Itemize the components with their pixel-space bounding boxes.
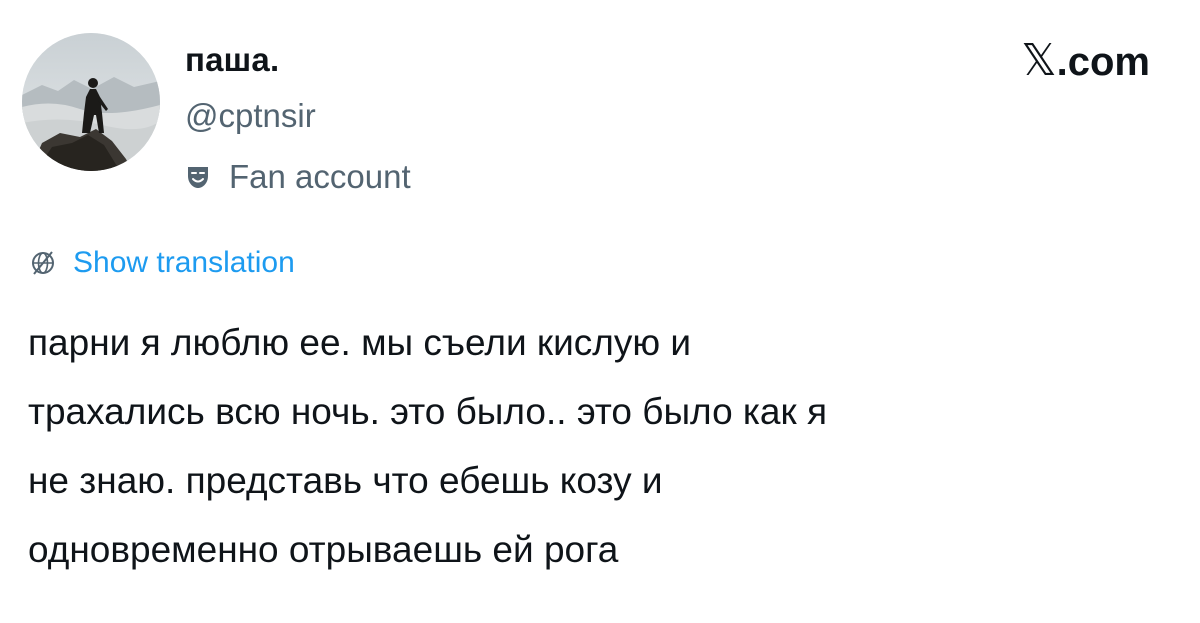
show-translation-link[interactable]: Show translation [30,243,295,283]
tweet-line: одновременно отрываешь ей рога [28,529,619,570]
theater-mask-icon [188,167,208,188]
tweet-line: парни я люблю ее. мы съели кислую и [28,322,692,363]
show-translation-label: Show translation [73,246,295,279]
account-label-text: Fan account [229,158,411,195]
tweet-line: трахались всю ночь. это было.. это было … [28,391,828,432]
x-com-logo: 𝕏 .com [1021,37,1150,86]
avatar[interactable] [22,33,160,171]
avatar-painting [22,33,160,171]
brand-domain: .com [1056,40,1150,84]
globe-icon [32,251,54,275]
account-label[interactable]: Fan account [185,155,411,199]
display-name[interactable]: паша. [185,40,279,80]
tweet-line: не знаю. представь что ебешь козу и [28,460,663,501]
tweet-text: парни я люблю ее. мы съели кислую и трах… [28,308,1178,584]
x-logo-icon: 𝕏 [1021,35,1057,86]
user-handle[interactable]: @cptnsir [185,96,316,136]
